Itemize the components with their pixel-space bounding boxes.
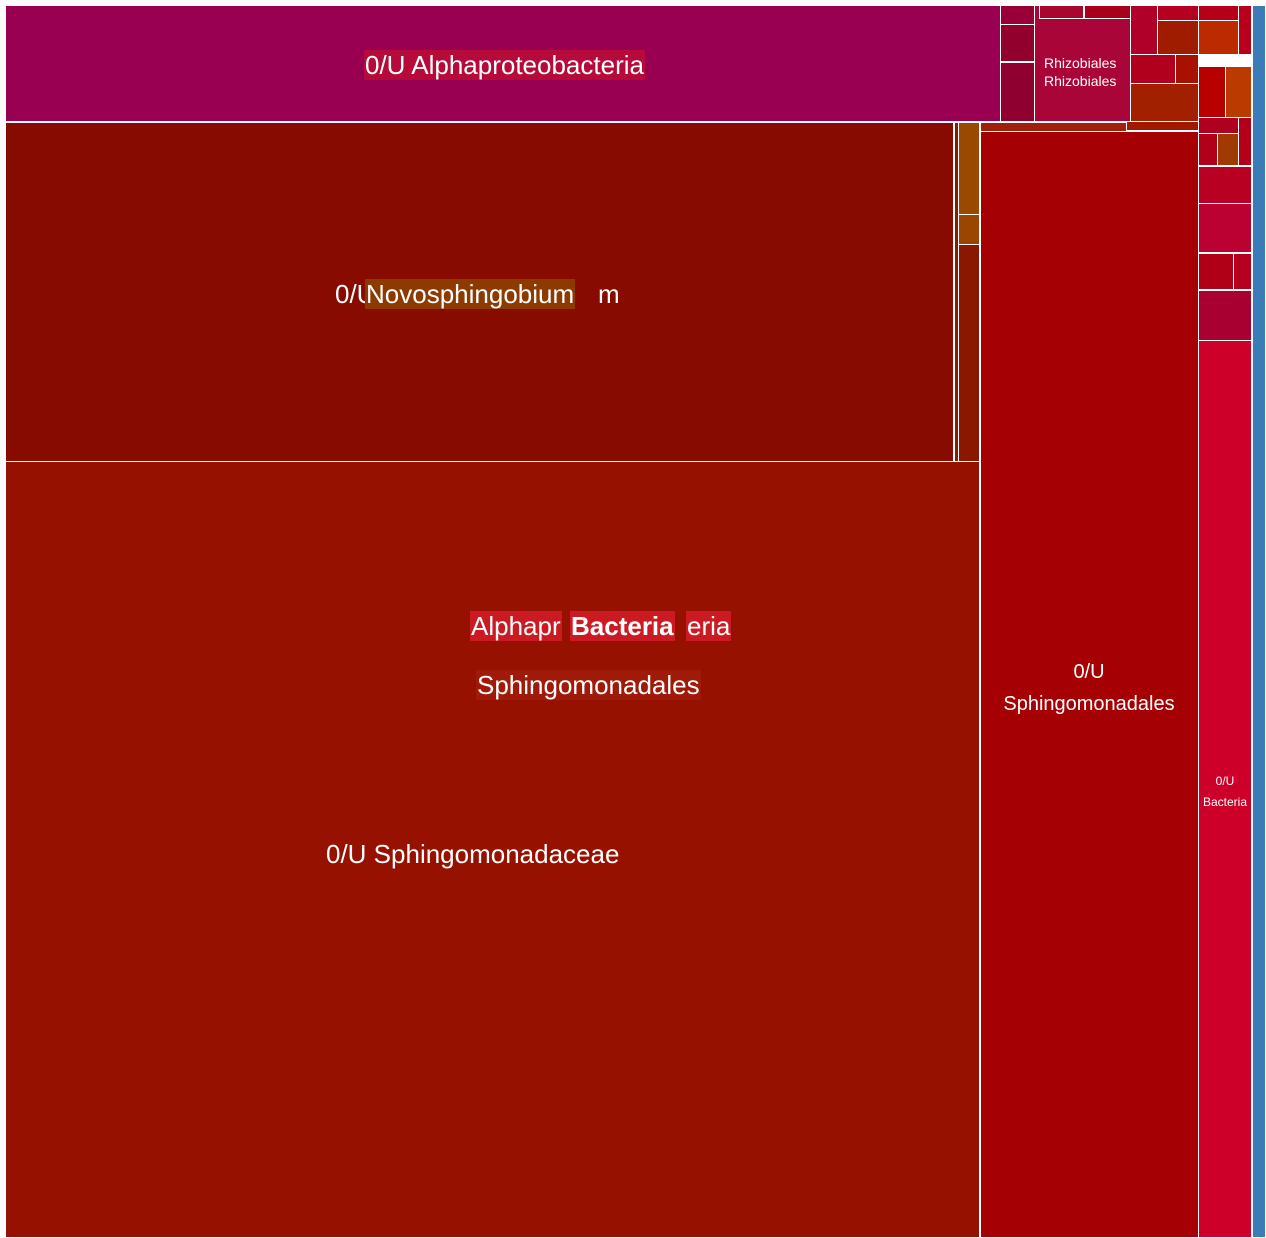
label-sphingomonadaceae: 0/U Sphingomonadaceae	[326, 839, 620, 869]
tile-secondary-3[interactable]	[958, 214, 980, 245]
label-bacteria-line2: Bacteria	[1202, 795, 1248, 809]
tile-secondary-12[interactable]	[1130, 5, 1158, 55]
tile-secondary-23[interactable]	[1225, 66, 1252, 118]
tile-secondary-11[interactable]	[1084, 5, 1132, 19]
label-alphaproteobacteria: 0/U Alphaproteobacteria	[364, 50, 645, 80]
tile-other-bacteria[interactable]	[1252, 5, 1266, 1238]
tile-secondary-19[interactable]	[1198, 5, 1239, 21]
tile-secondary-24[interactable]	[1198, 117, 1239, 134]
label-novosphingobium: Novosphingobium	[365, 279, 576, 309]
tile-secondary-27[interactable]	[1238, 117, 1252, 166]
tile-secondary-31[interactable]	[1233, 253, 1252, 290]
tile-secondary-17[interactable]	[1130, 83, 1199, 122]
tile-secondary-6[interactable]	[1000, 5, 1035, 25]
tile-sphingomonadales-unassigned[interactable]	[980, 131, 1199, 1238]
tile-secondary-16[interactable]	[1175, 54, 1199, 84]
label-bacteria-line1: 0/U	[1215, 774, 1235, 788]
label-rhizobiales-line1: Rhizobiales	[1044, 55, 1117, 71]
tile-secondary-18[interactable]	[1126, 121, 1199, 131]
breadcrumb-prefix: Alphapr	[470, 611, 562, 641]
tile-secondary-28[interactable]	[1198, 166, 1252, 204]
tile-secondary-21[interactable]	[1238, 5, 1252, 55]
tile-secondary-14[interactable]	[1157, 20, 1199, 55]
tile-secondary-4[interactable]	[958, 244, 980, 462]
tile-bacteria-unassigned[interactable]	[1198, 340, 1252, 1238]
tile-secondary-20[interactable]	[1198, 20, 1239, 55]
breadcrumb-bacteria: Bacteria	[570, 611, 675, 641]
breadcrumb-sphingomonadales: Sphingomonadales	[476, 670, 701, 700]
tile-secondary-10[interactable]	[1039, 5, 1084, 19]
tile-secondary-8[interactable]	[1000, 62, 1035, 122]
tile-secondary-26[interactable]	[1217, 133, 1239, 166]
label-sphingomonadales-line1: 0/U	[1073, 661, 1105, 683]
tile-secondary-2[interactable]	[958, 122, 980, 215]
tile-secondary-15[interactable]	[1130, 54, 1176, 84]
tile-secondary-13[interactable]	[1157, 5, 1199, 21]
label-rhizobiales-line2: Rhizobiales	[1044, 73, 1117, 89]
tile-secondary-32[interactable]	[1198, 290, 1252, 341]
tile-secondary-22[interactable]	[1198, 66, 1226, 118]
tile-secondary-29[interactable]	[1198, 203, 1252, 253]
label-novosphingobium-tail: m	[598, 279, 620, 309]
tile-secondary-25[interactable]	[1198, 133, 1218, 166]
treemap-chart: 0/U Alphaproteobacteria 0/U Novosphingobiu…	[0, 0, 1266, 1238]
tile-secondary-30[interactable]	[1198, 253, 1234, 290]
tile-secondary-7[interactable]	[1000, 24, 1035, 62]
label-sphingomonadales-line2: Sphingomonadales	[1003, 693, 1175, 715]
breadcrumb-suffix: eria	[686, 611, 732, 641]
